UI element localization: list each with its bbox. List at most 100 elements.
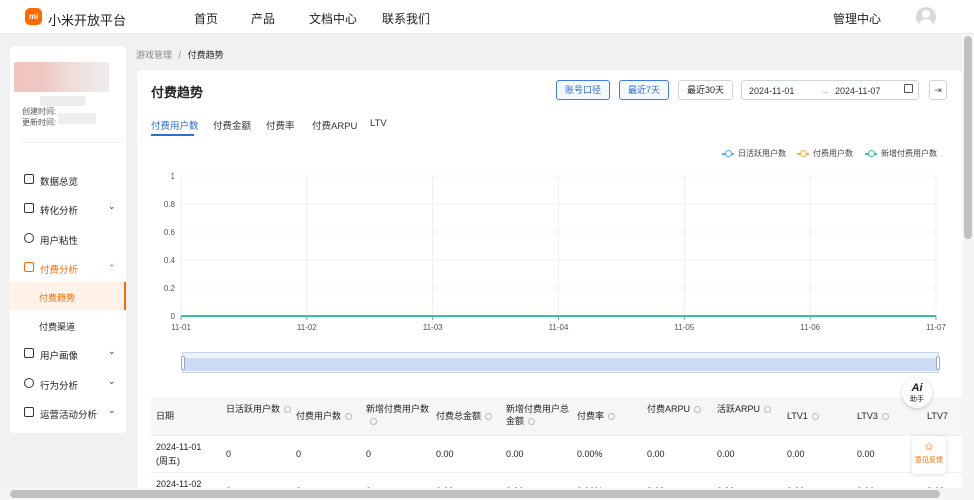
horizontal-scrollbar[interactable] <box>0 488 962 500</box>
users-icon <box>24 233 34 243</box>
header-label: 付费用户数 <box>296 411 342 421</box>
help-icon[interactable] <box>370 418 377 426</box>
header-label: LTV3 <box>857 411 878 421</box>
y-tick-label: 0.8 <box>164 200 176 209</box>
feedback-button[interactable]: ☺ 意见反馈 <box>912 436 946 474</box>
table-header-dau: 日活跃用户数 <box>226 403 292 415</box>
header-label: 付费总金额 <box>436 411 482 421</box>
legend-line-icon <box>797 150 809 157</box>
sidebar-item-label: 用户粘性 <box>40 236 79 247</box>
sidebar-item-overview[interactable]: 数据总览 <box>10 166 126 194</box>
nav-home[interactable]: 首页 <box>194 10 218 27</box>
sidebar-item-label: 数据总览 <box>40 177 79 188</box>
table-cell: 0.00 <box>857 449 875 459</box>
sidebar-item-stickiness[interactable]: 用户粘性 <box>10 225 126 253</box>
table-header-ltv3: LTV3 <box>857 410 923 422</box>
help-icon[interactable] <box>528 418 536 426</box>
help-icon[interactable] <box>284 406 292 414</box>
grid-icon <box>24 174 34 184</box>
scrollbar-thumb[interactable] <box>964 36 972 239</box>
help-icon[interactable] <box>811 413 819 421</box>
table-header-new-paying-total: 新增付费用户总金额 <box>506 403 572 427</box>
table-header-active-arpu: 活跃ARPU <box>717 403 783 415</box>
scrollbar-thumb[interactable] <box>10 490 940 498</box>
vertical-scrollbar[interactable] <box>962 34 974 500</box>
help-icon[interactable] <box>694 406 702 414</box>
legend-label: 新增付费用户数 <box>881 149 937 158</box>
export-icon[interactable]: ⇥ <box>929 80 947 100</box>
zoom-right-handle[interactable] <box>936 356 940 370</box>
person-icon <box>24 378 34 388</box>
last-7-days-button[interactable]: 最近7天 <box>619 80 669 100</box>
nav-products[interactable]: 产品 <box>251 10 275 27</box>
sidebar-item-label: 付费渠道 <box>39 322 76 332</box>
app-name-blurred <box>40 96 85 106</box>
legend-line-icon <box>722 150 734 157</box>
sidebar-item-payment-analysis[interactable]: 付费分析 ⌃ <box>10 254 126 282</box>
nav-contact[interactable]: 联系我们 <box>382 10 430 27</box>
trend-chart: 0 0.2 0.4 0.6 0.8 1 11-01 11-02 11-03 11-04 11-05 1… <box>164 172 947 332</box>
breadcrumb-parent[interactable]: 游戏管理 <box>136 50 172 60</box>
table-header-paying-users: 付费用户数 <box>296 410 362 422</box>
tab-ltv[interactable]: LTV <box>370 118 387 129</box>
legend-item-new-paying[interactable]: 新增付费用户数 <box>865 148 937 159</box>
help-icon[interactable] <box>485 413 493 421</box>
header-label: 新增付费用户数 <box>366 404 430 414</box>
start-date[interactable]: 2024-11-01 <box>749 86 794 96</box>
table-cell: 0.00 <box>647 449 665 459</box>
y-tick-label: 0.4 <box>164 256 176 265</box>
sidebar: 创建时间: 更新时间: 数据总览 转化分析 ⌄ 用户粘性 付费分析 ⌃ 付费趋势… <box>10 46 126 433</box>
sidebar-item-behavior[interactable]: 行为分析 ⌄ <box>10 370 126 398</box>
tab-payment-amount[interactable]: 付费金额 <box>213 118 251 132</box>
zoom-left-handle[interactable] <box>181 356 185 370</box>
row-divider <box>151 472 962 473</box>
mi-logo-icon[interactable]: mi <box>25 8 42 25</box>
help-icon[interactable] <box>764 406 772 414</box>
ai-icon: Ai <box>911 382 923 394</box>
last-30-days-button[interactable]: 最近30天 <box>678 80 733 100</box>
table-cell: 0 <box>366 449 372 459</box>
x-tick-label: 11-02 <box>297 323 317 332</box>
table-header-ltv1: LTV1 <box>787 410 853 422</box>
legend-item-dau[interactable]: 日活跃用户数 <box>722 148 786 159</box>
image-icon <box>24 348 34 358</box>
row-divider <box>151 435 962 436</box>
breadcrumb-current: 付费趋势 <box>187 50 224 60</box>
table-cell: 0 <box>296 449 302 459</box>
sidebar-item-conversion[interactable]: 转化分析 ⌄ <box>10 195 126 223</box>
table-cell-date: 2024-11-01 (周五) <box>156 442 202 466</box>
date-range-picker[interactable]: 2024-11-01 → 2024-11-07 <box>741 80 919 100</box>
ai-label: 助手 <box>910 396 924 403</box>
help-icon[interactable] <box>881 413 889 421</box>
management-center-link[interactable]: 管理中心 <box>833 10 881 27</box>
sidebar-item-label: 付费分析 <box>40 265 79 276</box>
legend-item-paying[interactable]: 付费用户数 <box>797 148 853 159</box>
calendar-icon <box>904 84 913 93</box>
data-zoom-slider[interactable] <box>181 352 940 373</box>
sidebar-item-label: 转化分析 <box>40 206 79 217</box>
end-date[interactable]: 2024-11-07 <box>835 86 880 96</box>
sidebar-item-user-profile[interactable]: 用户画像 ⌄ <box>10 340 126 368</box>
brand-name[interactable]: 小米开放平台 <box>48 10 126 29</box>
help-icon[interactable] <box>608 413 616 421</box>
tab-payment-arpu[interactable]: 付费ARPU <box>312 118 357 132</box>
table-cell: 0 <box>226 449 232 459</box>
sidebar-item-operations[interactable]: 运营活动分析 ⌄ <box>10 399 126 427</box>
breadcrumb: 游戏管理 / 付费趋势 <box>136 48 224 61</box>
help-icon[interactable] <box>345 413 353 421</box>
avatar[interactable] <box>916 7 936 27</box>
sidebar-subitem-payment-trend[interactable]: 付费趋势 <box>10 282 126 310</box>
tab-payment-rate[interactable]: 付费率 <box>266 118 295 132</box>
chevron-down-icon: ⌄ <box>108 346 116 356</box>
main-card: 付费趋势 账号口径 最近7天 最近30天 2024-11-01 → 2024-1… <box>137 70 962 500</box>
nav-docs[interactable]: 文档中心 <box>309 10 357 27</box>
document-icon <box>24 262 34 272</box>
ai-assistant-button[interactable]: Ai 助手 <box>902 378 932 408</box>
tab-paying-users[interactable]: 付费用户数 <box>151 118 199 132</box>
account-caliber-button[interactable]: 账号口径 <box>556 80 610 100</box>
sidebar-subitem-payment-channel[interactable]: 付费渠道 <box>10 311 126 339</box>
x-tick-label: 11-01 <box>171 323 191 332</box>
chevron-up-icon: ⌃ <box>108 263 116 273</box>
updated-time-label: 更新时间: <box>22 118 57 127</box>
table-header-new-paying-users: 新增付费用户数 <box>366 403 432 427</box>
